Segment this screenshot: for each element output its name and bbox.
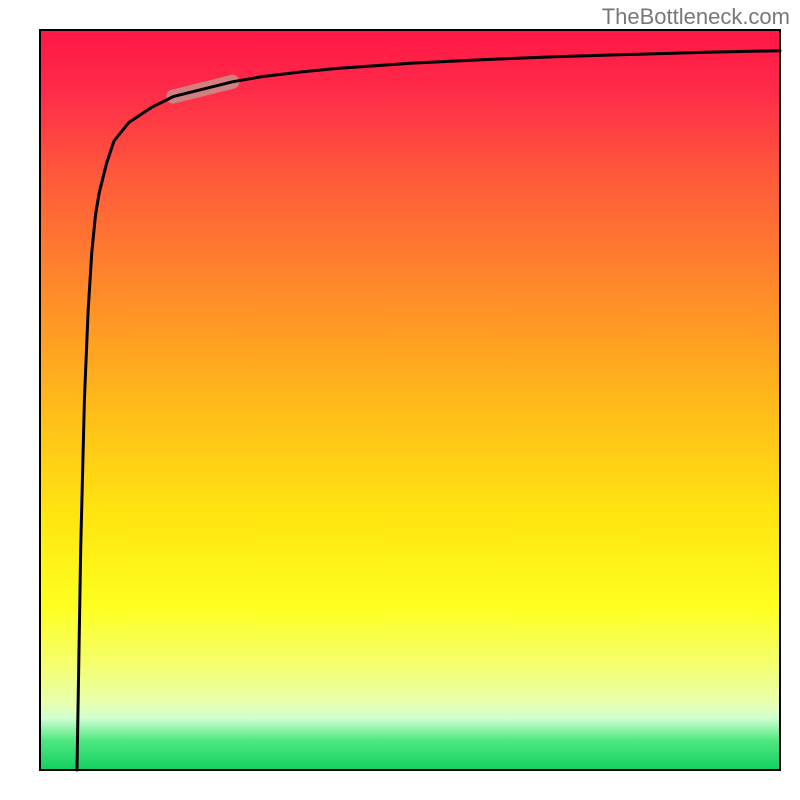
watermark-text: TheBottleneck.com	[602, 4, 790, 30]
plot-background	[40, 30, 780, 770]
chart-svg	[0, 0, 800, 800]
chart-container: TheBottleneck.com	[0, 0, 800, 800]
